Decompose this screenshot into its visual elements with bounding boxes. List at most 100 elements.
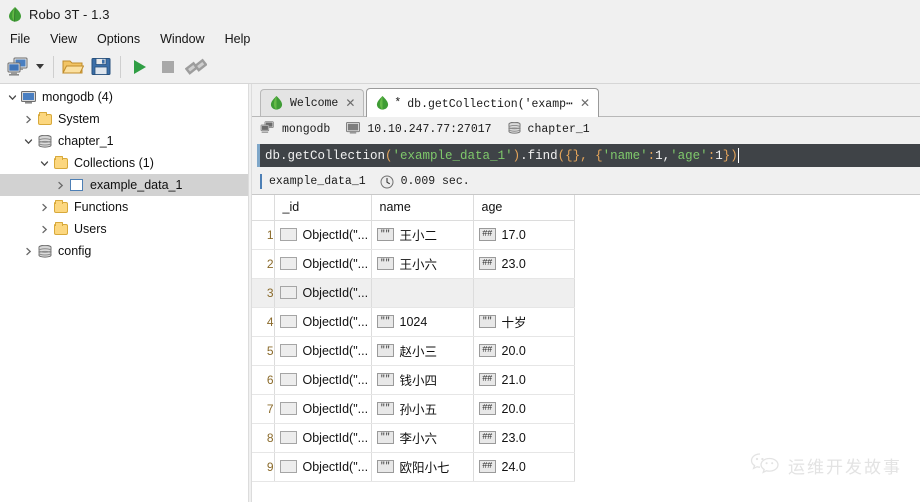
column-header-id[interactable]: _id: [274, 195, 372, 221]
cell-name[interactable]: "" 王小二: [371, 220, 474, 250]
menu-help[interactable]: Help: [222, 30, 261, 48]
close-icon[interactable]: ✕: [579, 96, 591, 110]
toolbar-separator-2: [120, 55, 121, 78]
sidebar-item-example-data-1[interactable]: example_data_1: [0, 174, 248, 196]
cell-id[interactable]: ObjectId("...: [274, 278, 372, 308]
row-number: 6: [252, 365, 275, 395]
connection-host[interactable]: 10.10.247.77:27017: [346, 121, 492, 138]
cell-name[interactable]: "" 王小六: [371, 249, 474, 279]
cell-age[interactable]: ## 17.0: [473, 220, 575, 250]
table-row[interactable]: 2 ObjectId("... "" 王小六 ## 23.0: [252, 249, 575, 279]
cell-name[interactable]: "" 钱小四: [371, 365, 474, 395]
chevron-right-icon[interactable]: [36, 203, 52, 212]
cell-id[interactable]: ObjectId("...: [274, 249, 372, 279]
objectid-type-icon: [279, 286, 297, 299]
table-row[interactable]: 6 ObjectId("... "" 钱小四 ## 21.0: [252, 365, 575, 395]
cell-id[interactable]: ObjectId("...: [274, 307, 372, 337]
cell-name[interactable]: "" 1024: [371, 307, 474, 337]
sidebar-item-label: mongodb (4): [42, 90, 113, 104]
open-script-button[interactable]: [59, 53, 87, 81]
close-icon[interactable]: ✕: [344, 96, 356, 110]
table-row[interactable]: 1 ObjectId("... "" 王小二 ## 17.0: [252, 220, 575, 250]
chevron-right-icon[interactable]: [20, 115, 36, 124]
cell-text: 李小六: [399, 432, 438, 446]
objectid-type-icon: [279, 344, 297, 357]
query-token: .find: [520, 148, 558, 163]
cell-text: 17.0: [501, 227, 526, 242]
save-script-button[interactable]: [87, 53, 115, 81]
cell-id[interactable]: ObjectId("...: [274, 452, 372, 482]
cell-name[interactable]: "" 赵小三: [371, 336, 474, 366]
query-token: 1: [715, 148, 723, 163]
cell-name[interactable]: "" 欧阳小七: [371, 452, 474, 482]
objectid-type-icon: [279, 460, 297, 473]
explorer-tree: mongodb (4) System chapter_1 Collections…: [0, 84, 248, 502]
cell-age[interactable]: ## 21.0: [473, 365, 575, 395]
query-editor[interactable]: db.getCollection('example_data_1') .find(…: [257, 144, 920, 167]
chevron-down-icon[interactable]: [4, 93, 20, 102]
cell-id[interactable]: ObjectId("...: [274, 365, 372, 395]
cell-name[interactable]: "" 孙小五: [371, 394, 474, 424]
column-header-name[interactable]: name: [371, 195, 474, 221]
database-icon: [36, 134, 53, 148]
cell-age[interactable]: ## 23.0: [473, 249, 575, 279]
connection-database[interactable]: chapter_1: [508, 121, 590, 138]
cell-name[interactable]: "" 李小六: [371, 423, 474, 453]
cell-text: 欧阳小七: [399, 461, 450, 475]
cell-age[interactable]: ## 20.0: [473, 394, 575, 424]
execute-button[interactable]: [126, 53, 154, 81]
query-token: ({}, {: [557, 148, 603, 163]
cell-text: ObjectId("...: [302, 401, 369, 416]
table-row[interactable]: 5 ObjectId("... "" 赵小三 ## 20.0: [252, 336, 575, 366]
title-bar: Robo 3T - 1.3: [0, 0, 920, 28]
table-row[interactable]: 7 ObjectId("... "" 孙小五 ## 20.0: [252, 394, 575, 424]
tab-welcome[interactable]: Welcome ✕: [260, 89, 365, 116]
folder-icon: [52, 155, 69, 169]
tab-query[interactable]: * db.getCollection('examp⋯ ✕: [366, 88, 599, 117]
cell-age[interactable]: ## 20.0: [473, 336, 575, 366]
sidebar-item-collections[interactable]: Collections (1): [0, 152, 248, 174]
cell-id[interactable]: ObjectId("...: [274, 394, 372, 424]
chevron-right-icon[interactable]: [36, 225, 52, 234]
table-row[interactable]: 3 ObjectId("...: [252, 278, 575, 308]
sidebar-item-system[interactable]: System: [0, 108, 248, 130]
disconnect-button[interactable]: [182, 53, 210, 81]
table-header-row: _id name age: [252, 195, 575, 221]
menu-options[interactable]: Options: [94, 30, 150, 48]
sidebar-item-chapter-1[interactable]: chapter_1: [0, 130, 248, 152]
chevron-right-icon[interactable]: [52, 181, 68, 190]
result-table-wrap[interactable]: _id name age 1 ObjectId("... "" 王小二 ## 17.…: [252, 195, 920, 502]
cell-text: ObjectId("...: [302, 227, 369, 242]
cell-age[interactable]: ## 24.0: [473, 452, 575, 482]
stop-button[interactable]: [154, 53, 182, 81]
cell-age[interactable]: ## 23.0: [473, 423, 575, 453]
sidebar-item-config[interactable]: config: [0, 240, 248, 262]
sidebar-item-users[interactable]: Users: [0, 218, 248, 240]
connect-dropdown[interactable]: [32, 53, 48, 81]
menu-view[interactable]: View: [47, 30, 87, 48]
sidebar-item-label: Users: [74, 222, 107, 236]
sidebar-item-functions[interactable]: Functions: [0, 196, 248, 218]
database-icon: [36, 244, 53, 258]
cell-id[interactable]: ObjectId("...: [274, 336, 372, 366]
cell-age[interactable]: [473, 278, 575, 308]
cell-age[interactable]: "" 十岁: [473, 307, 575, 337]
menu-window[interactable]: Window: [157, 30, 214, 48]
table-row[interactable]: 4 ObjectId("... "" 1024 "" 十岁: [252, 307, 575, 337]
cell-id[interactable]: ObjectId("...: [274, 423, 372, 453]
connect-button[interactable]: [4, 53, 32, 81]
chevron-down-icon[interactable]: [36, 159, 52, 168]
table-row[interactable]: 9 ObjectId("... "" 欧阳小七 ## 24.0: [252, 452, 575, 482]
cell-id[interactable]: ObjectId("...: [274, 220, 372, 250]
menu-file[interactable]: File: [7, 30, 40, 48]
cell-name[interactable]: [371, 278, 474, 308]
table-row[interactable]: 8 ObjectId("... "" 李小六 ## 23.0: [252, 423, 575, 453]
connection-server[interactable]: mongodb: [260, 121, 330, 138]
column-header-age[interactable]: age: [473, 195, 575, 221]
string-type-icon: "": [478, 315, 496, 328]
chevron-right-icon[interactable]: [20, 247, 36, 256]
sidebar-item-mongodb[interactable]: mongodb (4): [0, 86, 248, 108]
string-type-icon: "": [376, 373, 394, 386]
chevron-down-icon[interactable]: [20, 137, 36, 146]
robo3t-window: Robo 3T - 1.3 File View Options Window H…: [0, 0, 920, 502]
